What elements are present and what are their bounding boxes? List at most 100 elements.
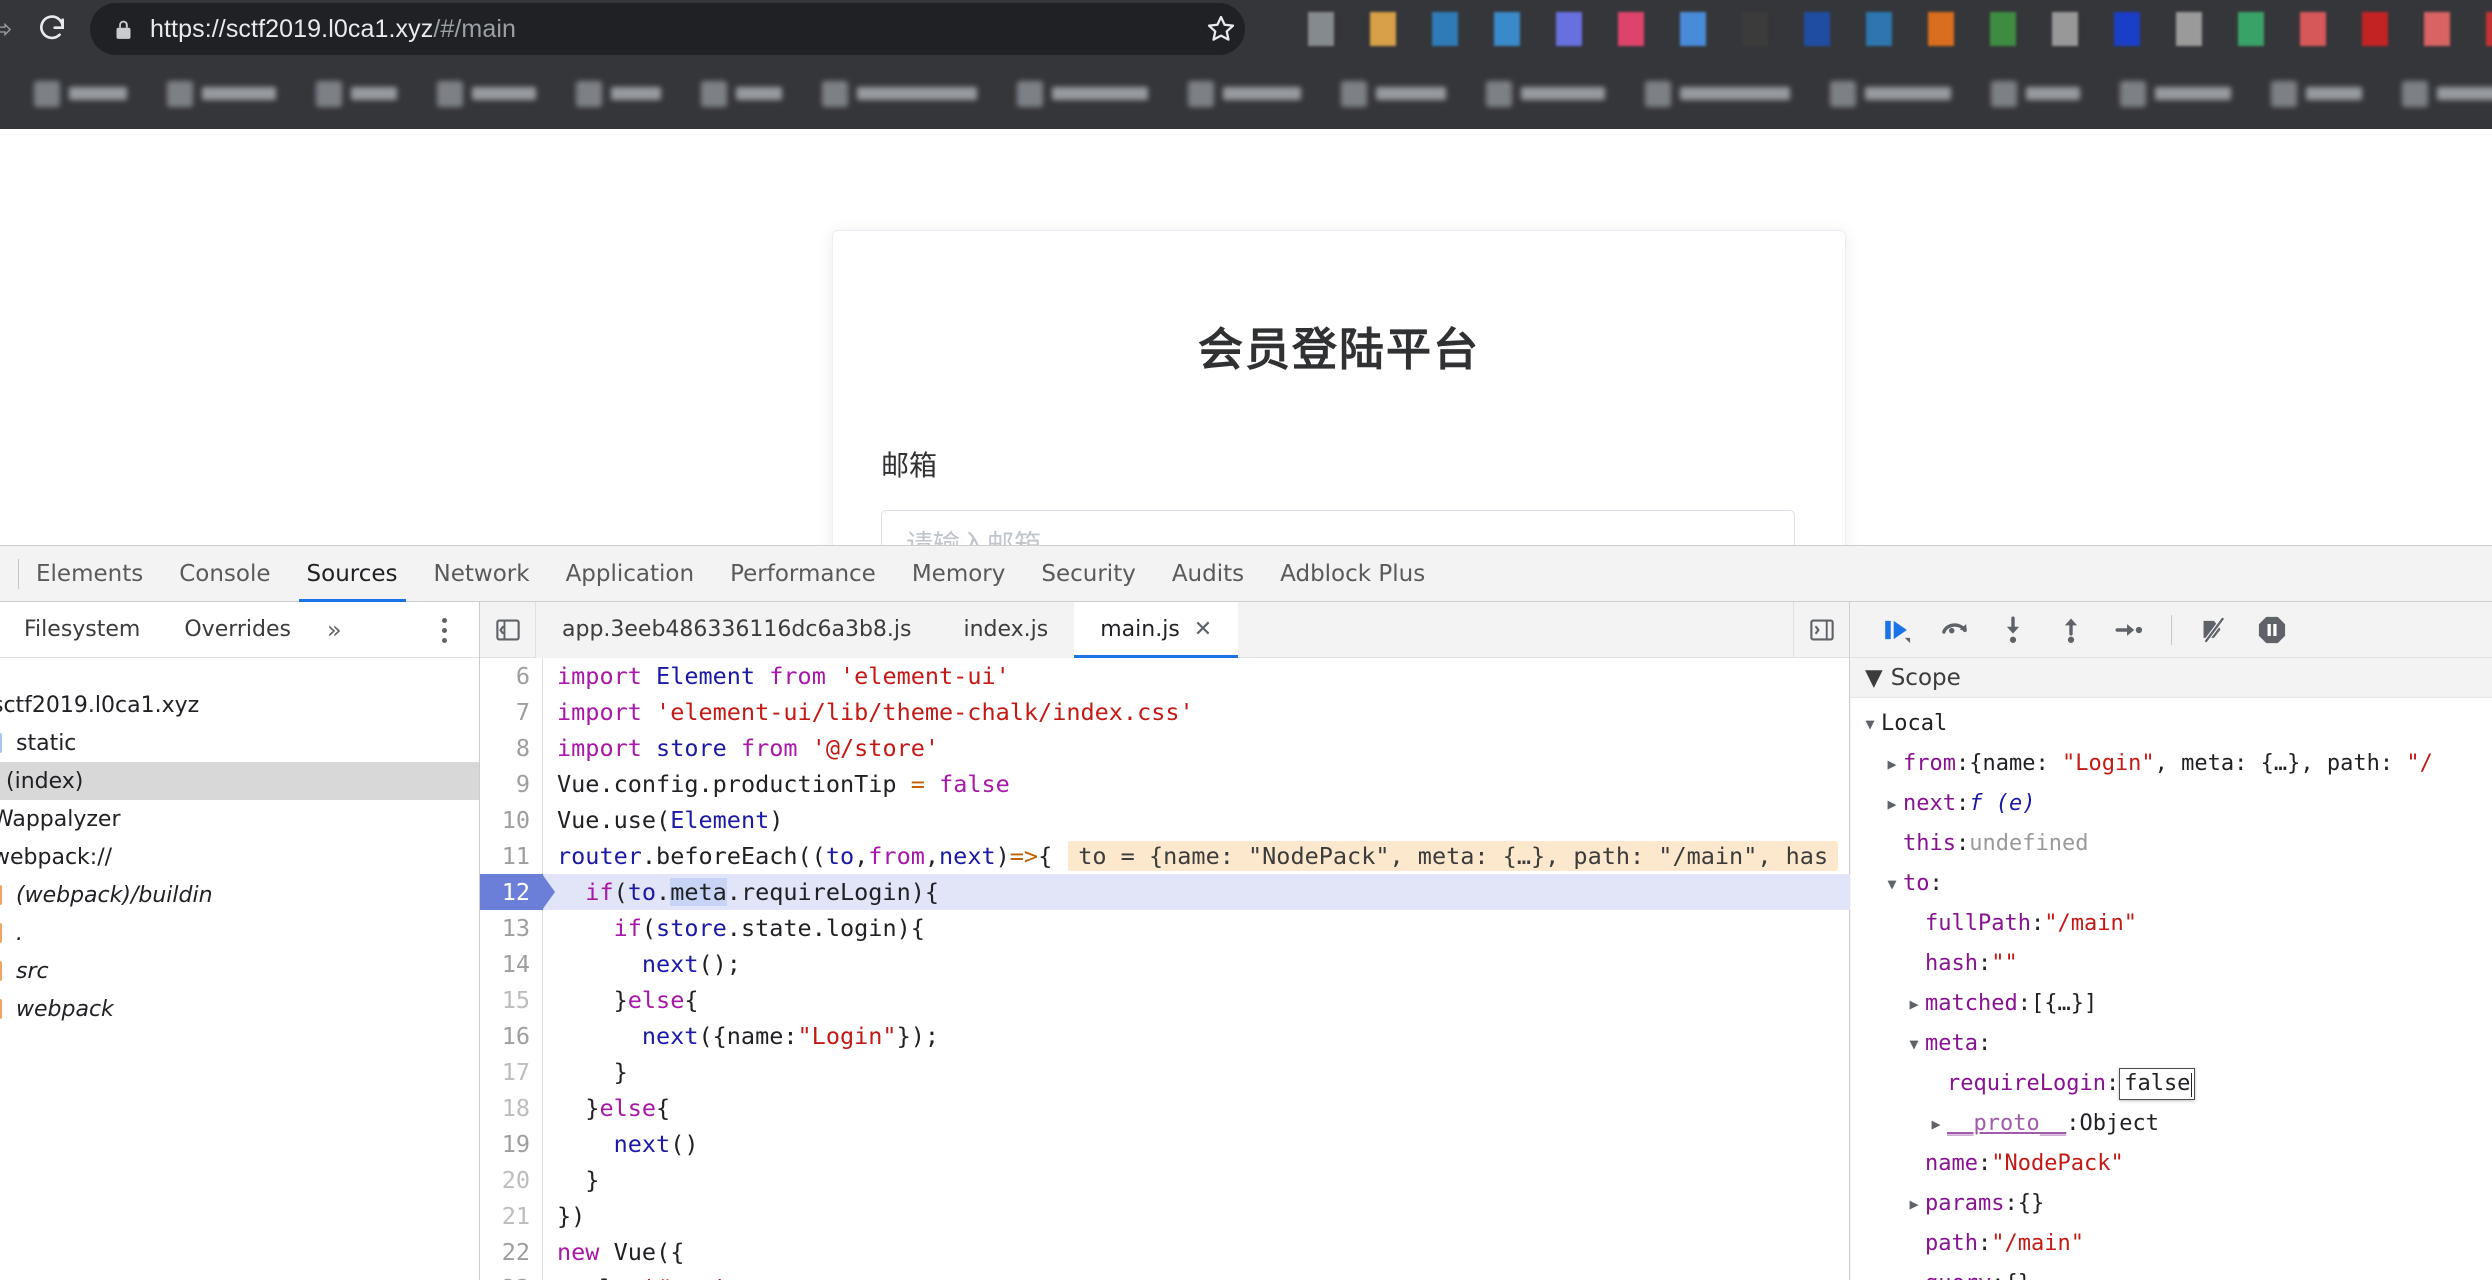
code-line[interactable]: 15 }else{ bbox=[480, 982, 1850, 1018]
extension-icon-19[interactable] bbox=[2406, 9, 2468, 49]
line-number[interactable]: 7 bbox=[480, 694, 542, 730]
extension-icon-13[interactable] bbox=[2034, 9, 2096, 49]
scope-row-name[interactable]: ▶name: "NodePack" bbox=[1851, 1144, 2492, 1184]
scope-row-fullpath[interactable]: ▶fullPath: "/main" bbox=[1851, 904, 2492, 944]
scope-row-meta[interactable]: ▼ meta: bbox=[1851, 1024, 2492, 1064]
scope-row-requirelogin[interactable]: ▶requireLogin: false bbox=[1851, 1064, 2492, 1104]
tree-item-static[interactable]: static bbox=[0, 724, 479, 762]
chevron-right-icon[interactable]: ▶ bbox=[1925, 1104, 1947, 1144]
chevron-down-icon[interactable]: ▼ bbox=[1903, 1024, 1925, 1064]
extension-icon-6[interactable] bbox=[1600, 9, 1662, 49]
bookmark-item[interactable] bbox=[316, 80, 397, 107]
code-line[interactable]: 8 import store from '@/store' bbox=[480, 730, 1850, 766]
tab-performance[interactable]: Performance bbox=[712, 546, 894, 602]
step-icon[interactable] bbox=[2105, 606, 2153, 654]
bookmark-item[interactable] bbox=[2120, 80, 2231, 107]
extension-icon-2[interactable] bbox=[1352, 9, 1414, 49]
bookmark-item[interactable] bbox=[1341, 80, 1446, 107]
bookmark-item[interactable] bbox=[2402, 80, 2492, 107]
extension-icon-18[interactable] bbox=[2344, 9, 2406, 49]
bookmark-item[interactable] bbox=[2271, 80, 2362, 107]
tab-console[interactable]: Console bbox=[161, 546, 288, 602]
bookmark-item[interactable] bbox=[576, 80, 661, 107]
extension-icon-11[interactable] bbox=[1910, 9, 1972, 49]
chevron-right-icon[interactable]: ▶ bbox=[1881, 744, 1903, 784]
code-line[interactable]: 17 } bbox=[480, 1054, 1850, 1090]
code-line[interactable]: 18 }else{ bbox=[480, 1090, 1850, 1126]
line-number[interactable]: 6 bbox=[480, 658, 542, 694]
code-line[interactable]: 7 import 'element-ui/lib/theme-chalk/inde… bbox=[480, 694, 1850, 730]
pause-on-exceptions-icon[interactable] bbox=[2248, 606, 2296, 654]
bookmark-item[interactable] bbox=[1486, 80, 1605, 107]
code-line[interactable]: 11 router.beforeEach((to,from,next)=>{to … bbox=[480, 838, 1850, 874]
line-number[interactable]: 8 bbox=[480, 730, 542, 766]
code-line[interactable]: 22 new Vue({ bbox=[480, 1234, 1850, 1270]
scope-row-from[interactable]: ▶ from: {name: "Login", meta: {…}, path: … bbox=[1851, 744, 2492, 784]
line-number[interactable]: 13 bbox=[480, 910, 542, 946]
scope-row--proto-[interactable]: ▶ __proto__: Object bbox=[1851, 1104, 2492, 1144]
extension-icon-14[interactable] bbox=[2096, 9, 2158, 49]
line-number[interactable]: 14 bbox=[480, 946, 542, 982]
extension-icon-3[interactable] bbox=[1414, 9, 1476, 49]
line-number[interactable]: 20 bbox=[480, 1162, 542, 1198]
extension-icon-5[interactable] bbox=[1538, 9, 1600, 49]
line-number[interactable]: 23 bbox=[480, 1270, 542, 1280]
code-line[interactable]: 9 Vue.config.productionTip = false bbox=[480, 766, 1850, 802]
file-tab-app-3eeb486336116dc6a3b8-js[interactable]: app.3eeb486336116dc6a3b8.js bbox=[536, 601, 938, 658]
chevron-down-icon[interactable]: ▼ bbox=[1881, 864, 1903, 904]
line-number[interactable]: 15 bbox=[480, 982, 542, 1018]
scope-row-params[interactable]: ▶ params: {} bbox=[1851, 1184, 2492, 1224]
scope-row-this[interactable]: ▶this: undefined bbox=[1851, 824, 2492, 864]
code-line[interactable]: 14 next(); bbox=[480, 946, 1850, 982]
code-line[interactable]: 12 if(to.meta.requireLogin){ bbox=[480, 874, 1850, 910]
code-line[interactable]: 23 el: '#app', bbox=[480, 1270, 1850, 1280]
extension-icon-17[interactable] bbox=[2282, 9, 2344, 49]
tab-application[interactable]: Application bbox=[548, 546, 713, 602]
line-number[interactable]: 10 bbox=[480, 802, 542, 838]
line-number[interactable]: 16 bbox=[480, 1018, 542, 1054]
scope-row-next[interactable]: ▶ next: f (e) bbox=[1851, 784, 2492, 824]
code-line[interactable]: 21}) bbox=[480, 1198, 1850, 1234]
email-field[interactable]: 请输入邮箱 bbox=[881, 510, 1795, 545]
line-number[interactable]: 9 bbox=[480, 766, 542, 802]
chevron-down-icon[interactable]: ▼ bbox=[1859, 704, 1881, 744]
close-icon[interactable]: ✕ bbox=[1194, 617, 1212, 642]
tree-item-sctf2019-l0ca1-xyz[interactable]: ▶sctf2019.l0ca1.xyz bbox=[0, 686, 479, 724]
scope-row-to[interactable]: ▼ to: bbox=[1851, 864, 2492, 904]
tree-item--index-[interactable]: (index) bbox=[0, 762, 479, 800]
bookmark-item[interactable] bbox=[1017, 80, 1148, 107]
tab-network[interactable]: Network bbox=[416, 546, 548, 602]
extension-icon-7[interactable] bbox=[1662, 9, 1724, 49]
line-number[interactable]: 17 bbox=[480, 1054, 542, 1090]
tab-audits[interactable]: Audits bbox=[1154, 546, 1262, 602]
extension-icon-9[interactable] bbox=[1786, 9, 1848, 49]
tree-item-wappalyzer[interactable]: ▶Wappalyzer bbox=[0, 800, 479, 838]
extension-icon-15[interactable] bbox=[2158, 9, 2220, 49]
code-line[interactable]: 16 next({name:"Login"}); bbox=[480, 1018, 1850, 1054]
extension-icon-16[interactable] bbox=[2220, 9, 2282, 49]
show-navigator-icon[interactable] bbox=[480, 601, 536, 658]
scope-section-header[interactable]: ▼ Scope bbox=[1851, 658, 2492, 698]
tab-security[interactable]: Security bbox=[1023, 546, 1153, 602]
tree-item-webpack[interactable]: webpack bbox=[0, 990, 479, 1028]
scope-row-query[interactable]: ▶query: {} bbox=[1851, 1264, 2492, 1280]
bookmark-item[interactable] bbox=[437, 80, 536, 107]
bookmark-item[interactable] bbox=[701, 80, 782, 107]
tree-item-webpack-[interactable]: ▶webpack:// bbox=[0, 838, 479, 876]
deactivate-breakpoints-icon[interactable] bbox=[2190, 606, 2238, 654]
scope-row-matched[interactable]: ▶ matched: [{…}] bbox=[1851, 984, 2492, 1024]
extension-icon-10[interactable] bbox=[1848, 9, 1910, 49]
line-number[interactable]: 11 bbox=[480, 838, 542, 874]
chevron-more-icon[interactable]: » bbox=[313, 602, 356, 658]
chevron-right-icon[interactable]: ▶ bbox=[1881, 784, 1903, 824]
bookmark-item[interactable] bbox=[822, 80, 977, 107]
tab-adblock-plus[interactable]: Adblock Plus bbox=[1262, 546, 1443, 602]
line-number[interactable]: 19 bbox=[480, 1126, 542, 1162]
extension-icon-20[interactable] bbox=[2468, 9, 2492, 49]
tab-sources[interactable]: Sources bbox=[289, 546, 416, 602]
extension-icon-1[interactable] bbox=[1290, 9, 1352, 49]
step-into-next-function-call-icon[interactable] bbox=[1989, 606, 2037, 654]
line-number[interactable]: 12 bbox=[480, 874, 542, 910]
step-over-next-function-call-icon[interactable] bbox=[1931, 606, 1979, 654]
bookmark-item[interactable] bbox=[1830, 80, 1951, 107]
